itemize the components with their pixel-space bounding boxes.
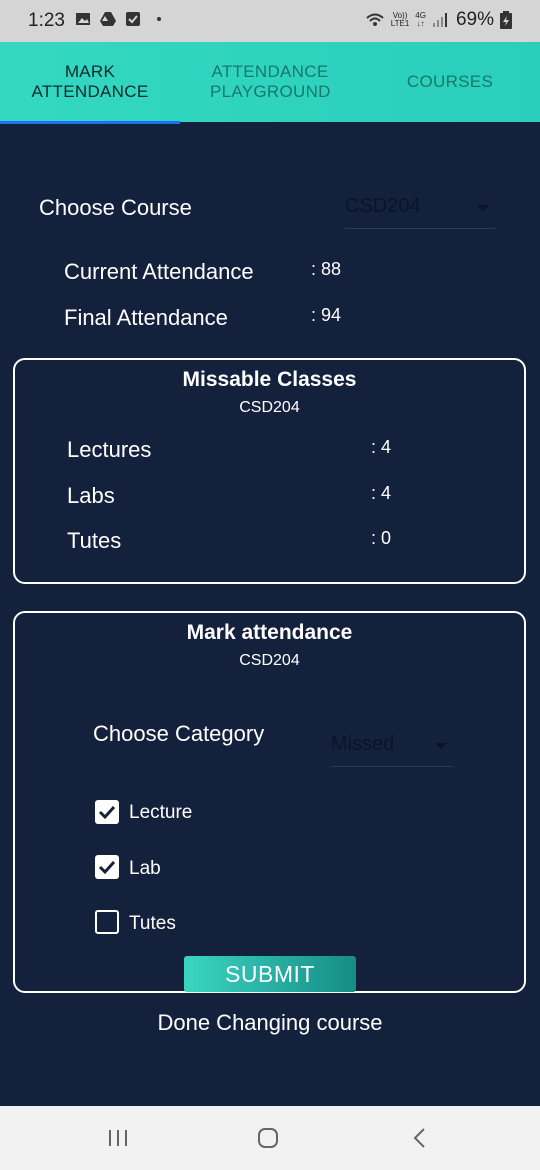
drive-icon (100, 12, 116, 26)
category-dropdown-value: Missed (331, 733, 395, 755)
tutes-value: : 0 (371, 528, 392, 548)
lectures-value: : 4 (371, 437, 392, 457)
lecture-checkbox[interactable] (95, 800, 119, 824)
check-icon (98, 805, 116, 820)
tab-label: MARK ATTENDANCE (31, 62, 149, 101)
tab-attendance-playground[interactable]: ATTENDANCE PLAYGROUND (180, 42, 360, 122)
status-right: Vo)) LTE1 4G ↓↑ 69% (365, 9, 512, 31)
battery-level: 69% (455, 9, 494, 30)
dropdown-caret-icon (477, 205, 489, 211)
gallery-icon (76, 13, 90, 25)
labs-value: : 4 (371, 483, 392, 503)
tutes-checkbox-label: Tutes (129, 913, 176, 934)
lab-checkbox-label: Lab (129, 858, 161, 879)
tab-courses[interactable]: COURSES (360, 42, 540, 122)
mark-course: CSD204 (239, 652, 300, 669)
lectures-label: Lectures (67, 437, 152, 462)
labs-label: Labs (67, 483, 115, 508)
tab-label: ATTENDANCE PLAYGROUND (210, 62, 331, 101)
course-dropdown[interactable]: CSD204 (345, 195, 495, 229)
final-attendance-value: : 94 (311, 305, 342, 325)
choose-category-label: Choose Category (93, 721, 265, 746)
missable-title: Missable Classes (182, 368, 357, 391)
net-type: 4G ↓↑ (415, 11, 426, 28)
network-label: Vo)) LTE1 (390, 11, 410, 28)
notification-icons (75, 11, 161, 27)
check-icon (98, 860, 116, 875)
dropdown-caret-icon (435, 743, 447, 749)
current-attendance-label: Current Attendance (64, 259, 254, 284)
tutes-checkbox[interactable] (95, 910, 119, 934)
done-changing-course-button[interactable]: Done Changing course (0, 1010, 540, 1036)
tab-bar: MARK ATTENDANCE ATTENDANCE PLAYGROUND CO… (0, 42, 540, 124)
home-icon[interactable] (256, 1126, 280, 1150)
missable-course: CSD204 (239, 399, 300, 416)
lecture-checkbox-label: Lecture (129, 802, 193, 823)
signal-icon (432, 13, 447, 27)
choose-course-label: Choose Course (39, 195, 192, 220)
lab-checkbox[interactable] (95, 855, 119, 879)
navigation-bar (0, 1106, 540, 1170)
tab-label: COURSES (406, 72, 494, 91)
battery-icon (500, 11, 512, 29)
dot-icon (157, 17, 161, 21)
checkbox-notification-icon (126, 12, 140, 26)
mark-attendance-card: Mark attendance CSD204 Choose Category M… (13, 611, 526, 993)
tab-mark-attendance[interactable]: MARK ATTENDANCE (0, 42, 180, 122)
course-dropdown-value: CSD204 (345, 195, 421, 217)
submit-button[interactable]: SUBMIT (184, 956, 356, 992)
status-time: 1:23 (28, 10, 65, 31)
active-tab-indicator (0, 121, 180, 124)
recent-apps-icon[interactable] (106, 1126, 130, 1150)
missable-classes-card: Missable Classes CSD204 Lectures : 4 Lab… (13, 358, 526, 584)
status-bar: 1:23 Vo)) LTE1 4G ↓↑ 69% (0, 0, 540, 42)
wifi-icon (366, 13, 384, 26)
back-icon[interactable] (408, 1126, 432, 1150)
mark-title: Mark attendance (186, 621, 353, 644)
tutes-label: Tutes (67, 528, 122, 553)
category-dropdown[interactable]: Missed (331, 733, 453, 767)
current-attendance-value: : 88 (311, 259, 342, 279)
final-attendance-label: Final Attendance (64, 305, 228, 330)
